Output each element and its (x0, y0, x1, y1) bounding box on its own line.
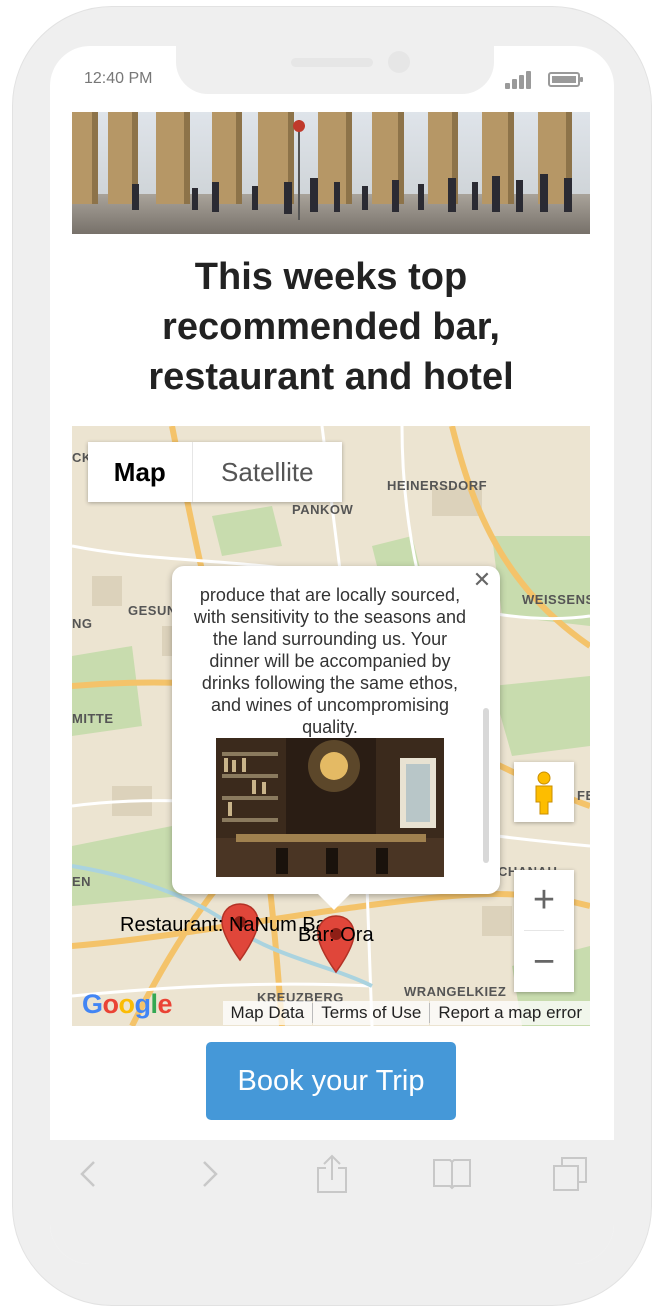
bar-interior-photo (216, 738, 444, 877)
brandenburg-gate-photo (72, 112, 590, 234)
map-area-label: MITTE (72, 711, 114, 726)
forward-icon[interactable] (194, 1154, 226, 1194)
cellular-signal-icon (505, 71, 535, 89)
back-icon[interactable] (72, 1154, 104, 1194)
map-area-label: PANKOW (292, 502, 354, 517)
bookmarks-icon[interactable] (432, 1154, 472, 1194)
satellite-view-button[interactable]: Satellite (193, 442, 342, 502)
map-type-control: Map Satellite (88, 442, 342, 502)
zoom-divider (524, 930, 564, 931)
battery-icon (548, 72, 583, 87)
map-area-label: WEISSENS (522, 592, 590, 607)
map-area-label: NG (72, 616, 93, 631)
map-area-label: HEINERSDORF (387, 478, 488, 493)
map-area-label: EN (72, 874, 92, 889)
phone-notch (176, 40, 494, 94)
hero-image (72, 112, 590, 234)
map-footer: Map Data Terms of Use Report a map error (222, 1000, 590, 1026)
info-window-content[interactable]: produce that are locally sourced, with s… (192, 584, 468, 877)
info-window-text: produce that are locally sourced, with s… (193, 585, 467, 737)
map-area-label: GESUN (128, 603, 177, 618)
book-trip-button[interactable]: Book your Trip (206, 1042, 456, 1120)
status-time: 12:40 PM (84, 70, 153, 87)
report-map-error-link[interactable]: Report a map error (430, 1001, 590, 1025)
street-view-pegman-icon[interactable] (514, 762, 574, 822)
map-view-button[interactable]: Map (88, 442, 193, 502)
close-icon[interactable]: ✕ (470, 567, 494, 592)
zoom-control: + − (514, 870, 574, 992)
info-window-scrollbar[interactable] (483, 708, 489, 863)
page-title: This weeks top recommended bar, restaura… (148, 256, 514, 398)
phone-speaker (291, 58, 373, 67)
share-icon[interactable] (314, 1154, 350, 1194)
home-indicator-area (50, 1210, 614, 1264)
map-data-link[interactable]: Map Data (222, 1001, 313, 1025)
map-info-window: ✕ produce that are locally sourced, with… (172, 566, 500, 910)
zoom-in-button[interactable]: + (514, 870, 574, 930)
map[interactable]: CK HEINERSDORF PANKOW WEISSENS GESUN NG … (72, 426, 590, 1026)
tabs-icon[interactable] (550, 1154, 590, 1194)
terms-of-use-link[interactable]: Terms of Use (313, 1001, 430, 1025)
map-area-label: WRANGELKIEZ (404, 984, 507, 999)
zoom-out-button[interactable]: − (514, 932, 574, 992)
phone-camera (388, 51, 410, 73)
map-area-label: FE (577, 788, 590, 803)
bar-marker-label: Bar: Ora (298, 924, 374, 946)
google-logo: Google (82, 989, 173, 1019)
browser-toolbar (50, 1140, 614, 1210)
